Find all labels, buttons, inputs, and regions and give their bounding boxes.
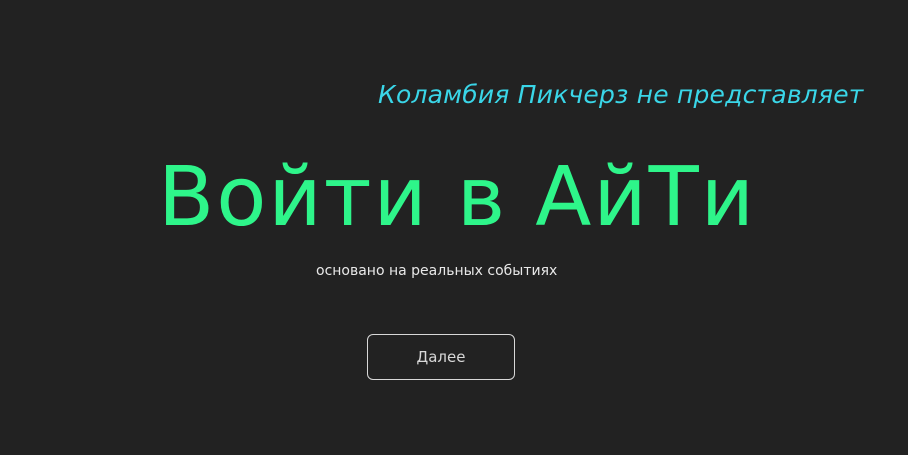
presenter-line: Коламбия Пикчерз не представляет [378,80,864,109]
next-button[interactable]: Далее [367,334,515,380]
page-title: Войти в АйТи [158,150,756,245]
tagline: основано на реальных событиях [316,263,558,279]
